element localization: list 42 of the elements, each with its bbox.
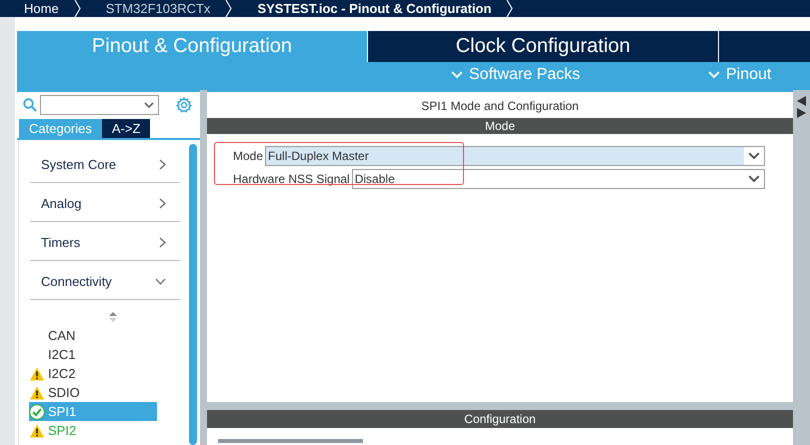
chevron-right-icon <box>159 159 166 170</box>
breadcrumb-link[interactable]: Home <box>0 0 82 17</box>
list-item[interactable]: I2C2 <box>29 364 157 383</box>
chevron-down-icon <box>155 278 166 285</box>
category-item[interactable]: Timers <box>30 225 180 261</box>
dropdown[interactable]: Disable <box>352 169 765 189</box>
scrollbar[interactable] <box>189 144 197 445</box>
tab[interactable]: Clock Configuration <box>368 31 719 62</box>
chevron-down-icon <box>144 102 154 108</box>
chevron-down-icon <box>748 175 760 183</box>
breadcrumb-link[interactable]: SYSTEST.ioc - Pinout & Configuration <box>233 0 514 17</box>
panel-title: SPI1 Mode and Configuration <box>420 98 580 115</box>
list-item[interactable]: I2C1 <box>29 345 157 364</box>
breadcrumb-link[interactable]: STM32F103RCTx <box>82 0 234 17</box>
section-header: Mode <box>207 118 793 134</box>
dropdown[interactable]: Full-Duplex Master <box>265 146 765 166</box>
chevron-right-icon <box>224 0 234 17</box>
chevron-right-icon <box>72 0 82 17</box>
field-label: Hardware NSS Signal <box>233 172 350 186</box>
search-icon[interactable] <box>23 98 37 112</box>
chevron-down-icon <box>451 71 463 79</box>
list-item[interactable]: CAN <box>29 326 157 345</box>
chevron-down-icon <box>708 71 720 79</box>
sort-icon[interactable] <box>109 312 117 322</box>
category-item[interactable]: System Core <box>30 147 180 183</box>
chevron-right-icon <box>159 237 166 248</box>
chevron-right-icon <box>505 0 514 17</box>
chevron-right-icon <box>159 198 166 209</box>
warning-icon <box>29 384 45 400</box>
check-icon <box>29 404 45 420</box>
tab[interactable]: A->Z <box>102 119 150 138</box>
collapse-arrows-icon[interactable] <box>797 96 806 118</box>
search-field[interactable] <box>40 95 159 115</box>
field-label: Mode <box>233 149 264 163</box>
warning-icon <box>29 366 45 382</box>
section-header: Configuration <box>207 410 793 428</box>
chevron-down-icon <box>748 152 760 160</box>
category-item[interactable]: Connectivity <box>30 264 180 300</box>
list-item[interactable]: SDIO <box>29 383 157 402</box>
warning-icon <box>29 422 45 438</box>
category-item[interactable]: Analog <box>30 186 180 222</box>
settings-icon[interactable] <box>176 97 192 113</box>
